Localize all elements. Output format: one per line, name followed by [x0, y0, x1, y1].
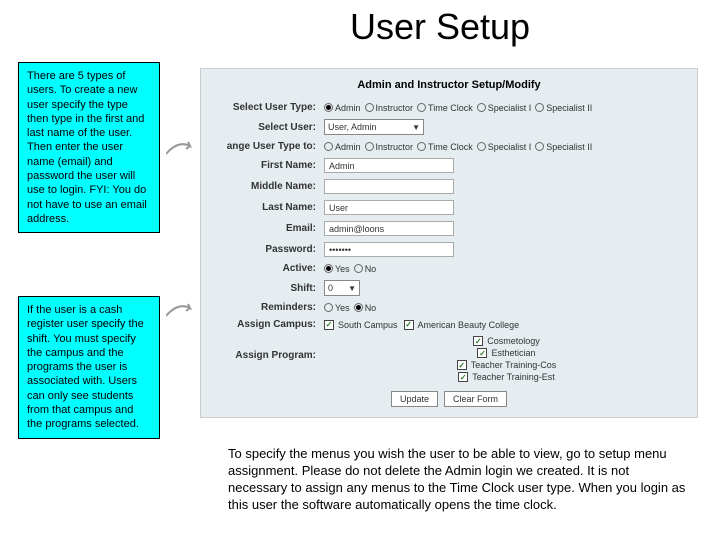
radio-icon[interactable] — [535, 103, 544, 112]
checkbox-icon[interactable] — [324, 320, 334, 330]
radio-icon[interactable] — [354, 303, 363, 312]
radio-group-user-type[interactable]: Admin Instructor Time Clock Specialist I… — [324, 103, 689, 113]
panel-heading: Admin and Instructor Setup/Modify — [209, 73, 689, 99]
radio-icon[interactable] — [365, 142, 374, 151]
checkbox-group-campus[interactable]: South Campus American Beauty College — [324, 320, 689, 330]
callout-user-types: There are 5 types of users. To create a … — [18, 62, 160, 233]
checkbox-group-program[interactable]: Cosmetology Esthetician Teacher Training… — [324, 336, 689, 382]
radio-icon[interactable] — [477, 103, 486, 112]
label-change-type: ange User Type to: — [209, 141, 324, 152]
chevron-down-icon: ▼ — [412, 123, 420, 132]
label-password: Password: — [209, 244, 324, 255]
select-user-dropdown[interactable]: User, Admin ▼ — [324, 119, 424, 135]
arrow-icon — [166, 302, 196, 318]
label-middle-name: Middle Name: — [209, 181, 324, 192]
radio-icon[interactable] — [324, 303, 333, 312]
update-button[interactable]: Update — [391, 391, 438, 407]
chevron-down-icon: ▼ — [348, 284, 356, 293]
label-last-name: Last Name: — [209, 202, 324, 213]
middle-name-field[interactable] — [324, 179, 454, 194]
first-name-field[interactable]: Admin — [324, 158, 454, 173]
clear-form-button[interactable]: Clear Form — [444, 391, 507, 407]
checkbox-icon[interactable] — [473, 336, 483, 346]
user-setup-panel: Admin and Instructor Setup/Modify Select… — [200, 68, 698, 418]
label-reminders: Reminders: — [209, 302, 324, 313]
footnote-text: To specify the menus you wish the user t… — [228, 446, 690, 514]
radio-group-reminders[interactable]: Yes No — [324, 303, 689, 313]
radio-icon[interactable] — [417, 142, 426, 151]
radio-icon[interactable] — [324, 142, 333, 151]
radio-group-active[interactable]: Yes No — [324, 264, 689, 274]
label-email: Email: — [209, 223, 324, 234]
radio-icon[interactable] — [365, 103, 374, 112]
radio-icon[interactable] — [535, 142, 544, 151]
checkbox-icon[interactable] — [477, 348, 487, 358]
label-assign-program: Assign Program: — [209, 336, 324, 361]
arrow-icon — [166, 140, 196, 156]
email-field[interactable]: admin@loons — [324, 221, 454, 236]
callout-shift-campus: If the user is a cash register user spec… — [18, 296, 160, 439]
radio-icon[interactable] — [324, 264, 333, 273]
radio-icon[interactable] — [324, 103, 333, 112]
checkbox-icon[interactable] — [457, 360, 467, 370]
label-assign-campus: Assign Campus: — [209, 319, 324, 330]
checkbox-icon[interactable] — [404, 320, 414, 330]
page-title: User Setup — [0, 0, 720, 48]
last-name-field[interactable]: User — [324, 200, 454, 215]
label-first-name: First Name: — [209, 160, 324, 171]
checkbox-icon[interactable] — [458, 372, 468, 382]
shift-dropdown[interactable]: 0 ▼ — [324, 280, 360, 296]
radio-icon[interactable] — [477, 142, 486, 151]
label-shift: Shift: — [209, 283, 324, 294]
radio-group-change-type[interactable]: Admin Instructor Time Clock Specialist I… — [324, 142, 689, 152]
radio-icon[interactable] — [417, 103, 426, 112]
password-field[interactable]: ••••••• — [324, 242, 454, 257]
label-select-user-type: Select User Type: — [209, 102, 324, 113]
radio-icon[interactable] — [354, 264, 363, 273]
label-select-user: Select User: — [209, 122, 324, 133]
label-active: Active: — [209, 263, 324, 274]
